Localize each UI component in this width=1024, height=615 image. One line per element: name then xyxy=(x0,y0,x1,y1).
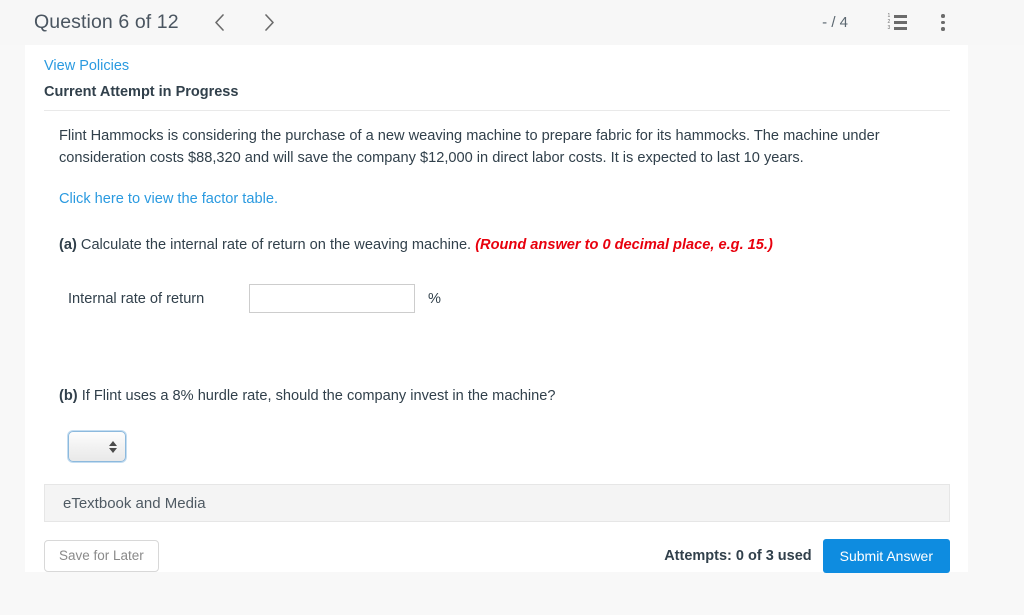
score-display: - / 4 xyxy=(822,14,848,31)
problem-statement: Flint Hammocks is considering the purcha… xyxy=(59,128,880,166)
next-question-button[interactable] xyxy=(253,8,287,38)
question-body: Flint Hammocks is considering the purcha… xyxy=(25,126,968,462)
footer-right-group: Attempts: 0 of 3 used Submit Answer xyxy=(664,539,950,573)
internal-rate-of-return-row: Internal rate of return % xyxy=(59,284,932,313)
etextbook-and-media-bar[interactable]: eTextbook and Media xyxy=(44,484,950,522)
part-b-text: If Flint uses a 8% hurdle rate, should t… xyxy=(81,388,556,404)
card-header-section: View Policies Current Attempt in Progres… xyxy=(25,45,968,100)
attempts-counter: Attempts: 0 of 3 used xyxy=(664,548,812,564)
etextbook-label: eTextbook and Media xyxy=(63,494,206,512)
view-policies-link[interactable]: View Policies xyxy=(44,58,129,74)
previous-question-button[interactable] xyxy=(203,8,237,38)
question-footer: Save for Later Attempts: 0 of 3 used Sub… xyxy=(44,539,950,573)
part-b-answer-wrap xyxy=(59,431,932,462)
question-navigation xyxy=(203,8,287,38)
invest-decision-select[interactable] xyxy=(68,431,126,462)
more-options-button[interactable] xyxy=(928,8,958,38)
numbered-list-icon: 1 2 3 xyxy=(887,14,907,31)
internal-rate-of-return-input[interactable] xyxy=(249,284,415,313)
chevron-right-icon xyxy=(264,14,275,31)
part-a-label: (a) xyxy=(59,237,77,253)
header-divider xyxy=(44,110,950,111)
submit-answer-button[interactable]: Submit Answer xyxy=(822,539,950,573)
select-stepper-arrows-icon xyxy=(109,440,117,453)
rounding-instruction: (Round answer to 0 decimal place, e.g. 1… xyxy=(475,237,773,253)
vertical-dots-icon xyxy=(941,12,945,32)
factor-table-link[interactable]: Click here to view the factor table. xyxy=(59,191,278,207)
list-icon-number-3: 3 xyxy=(887,25,891,31)
header-left-group: Question 6 of 12 xyxy=(0,8,287,38)
part-a-prompt: (a) Calculate the internal rate of retur… xyxy=(59,235,932,255)
question-card: View Policies Current Attempt in Progres… xyxy=(25,45,968,573)
divider-wrap xyxy=(25,110,968,111)
part-b-prompt: (b) If Flint uses a 8% hurdle rate, shou… xyxy=(59,386,932,406)
question-list-button[interactable]: 1 2 3 xyxy=(882,8,912,38)
question-header-bar: Question 6 of 12 - / 4 1 2 3 xyxy=(0,0,1024,45)
attempt-status-heading: Current Attempt in Progress xyxy=(44,84,239,100)
chevron-left-icon xyxy=(214,14,225,31)
percent-unit-label: % xyxy=(428,290,441,307)
header-right-group: - / 4 1 2 3 xyxy=(822,8,1024,38)
part-a-text: Calculate the internal rate of return on… xyxy=(80,237,472,253)
internal-rate-of-return-label: Internal rate of return xyxy=(68,290,205,307)
save-for-later-button[interactable]: Save for Later xyxy=(44,540,159,572)
page-title: Question 6 of 12 xyxy=(34,11,179,33)
part-b-label: (b) xyxy=(59,388,78,404)
